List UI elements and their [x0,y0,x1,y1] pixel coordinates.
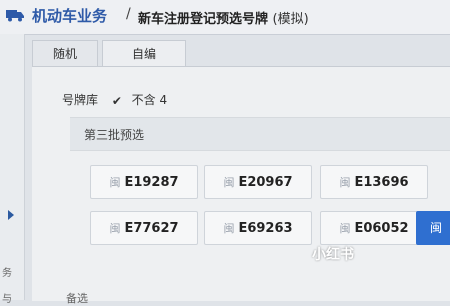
plate-region-tag: 闽 [109,222,121,235]
sidebar-text-fragment: 务 [2,268,12,279]
plate-region-tag: 闽 [223,176,235,189]
app-title[interactable]: 机动车业务 [32,5,107,26]
tab-random[interactable]: 随机 [32,40,98,66]
plate-number: E19287 [124,175,179,190]
sidebar-text-fragment: 与 [2,294,12,305]
expand-arrow-icon[interactable] [8,210,14,220]
plate-option[interactable]: 闽 E19287 [90,165,198,199]
plate-region-tag: 闽 [109,176,121,189]
selection-panel: 号牌库 ✔ 不含 4 第三批预选 闽 E19287 闽 E20967 闽 E13696… [32,66,450,301]
breadcrumb-separator: / [126,6,131,22]
plate-number: E69263 [238,221,293,236]
plate-option[interactable]: 闽 E06052 [320,211,428,245]
exclude-four-label[interactable]: 不含 4 [132,93,167,107]
bottom-text-fragment: 备选 [66,292,88,305]
page-title-text: 新车注册登记预选号牌 [138,12,269,27]
plate-number: E06052 [354,221,409,236]
plate-option[interactable]: 闽 E20967 [204,165,312,199]
select-button[interactable]: 闽 [416,211,450,245]
tab-custom[interactable]: 自编 [102,40,186,66]
batch-header: 第三批预选 [70,117,450,151]
plate-option[interactable]: 闽 E77627 [90,211,198,245]
plate-library-row: 号牌库 ✔ 不含 4 [62,91,167,108]
checkmark-icon[interactable]: ✔ [112,95,124,107]
plate-option[interactable]: 闽 E13696 [320,165,428,199]
watermark: 小红书 [312,247,354,263]
plate-number: E20967 [238,175,293,190]
left-sidebar: 务 与 [0,34,25,305]
top-header: 机动车业务 / 新车注册登记预选号牌 (模拟) [0,0,450,35]
plate-option[interactable]: 闽 E69263 [204,211,312,245]
page-title: 新车注册登记预选号牌 (模拟) [138,8,309,27]
plate-number: E13696 [354,175,409,190]
truck-icon [6,10,24,22]
plate-region-tag: 闽 [339,176,351,189]
plate-region-tag: 闽 [339,222,351,235]
page-title-suffix: (模拟) [272,12,309,27]
plate-library-label: 号牌库 [62,93,99,107]
plate-number: E77627 [124,221,179,236]
plate-region-tag: 闽 [223,222,235,235]
